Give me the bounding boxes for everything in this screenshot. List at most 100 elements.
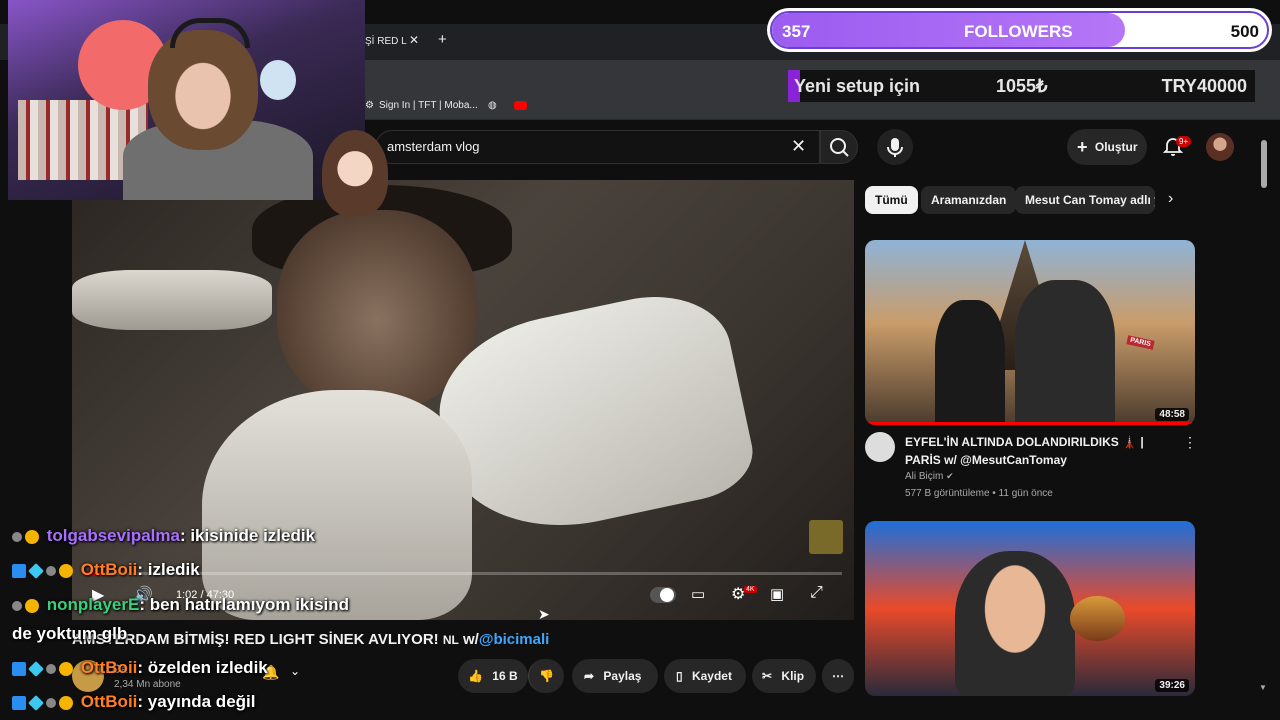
chat-username: nonplayerE bbox=[46, 595, 140, 614]
channel-watermark[interactable] bbox=[809, 520, 843, 554]
chat-text: : izledik bbox=[137, 560, 200, 579]
subtitles-icon[interactable]: ▭ bbox=[691, 585, 705, 603]
cube-badge-icon bbox=[28, 694, 44, 711]
chip-mesut-can[interactable]: Mesut Can Tomay adlı y bbox=[1015, 186, 1155, 214]
chat-text: : ikisinide izledik bbox=[179, 526, 316, 545]
chat-username: OttBoii bbox=[80, 560, 138, 579]
clip-label: Klip bbox=[781, 669, 805, 683]
streamer-head bbox=[148, 30, 258, 150]
scissors-icon: ✂ bbox=[762, 669, 773, 683]
search-button[interactable] bbox=[820, 130, 858, 164]
video-title-suffix: w/ bbox=[458, 631, 479, 648]
globe-icon[interactable]: ◍ bbox=[488, 100, 497, 111]
chat-message-continuation: de yoktum glb bbox=[12, 624, 128, 643]
verified-icon: ✔ bbox=[946, 471, 954, 481]
autoplay-toggle[interactable] bbox=[650, 587, 676, 603]
tab-title: Şİ RED L bbox=[365, 36, 407, 47]
doll-sticker bbox=[322, 130, 388, 216]
mod-badge-icon bbox=[12, 531, 22, 542]
video-duration: 39:26 bbox=[1155, 679, 1189, 692]
chat-message: OttBoii: izledik bbox=[12, 560, 200, 580]
browser-tab[interactable]: Şİ RED L bbox=[365, 28, 429, 56]
chat-message: nonplayerE: ben hatırlamıyom ikisind bbox=[12, 595, 349, 615]
account-avatar[interactable] bbox=[1206, 133, 1234, 161]
recommended-title[interactable]: EYFEL'İN ALTINDA DOLANDIRILDIKS 🗼 | PARİ… bbox=[905, 433, 1160, 469]
scroll-down-icon[interactable]: ▼ bbox=[1259, 683, 1267, 692]
chip-from-search[interactable]: Aramanızdan bbox=[921, 186, 1017, 214]
video-player[interactable] bbox=[72, 180, 854, 620]
close-tab-icon[interactable]: ✕ bbox=[409, 33, 419, 47]
fullscreen-icon[interactable]: ⤢ bbox=[810, 584, 823, 602]
donation-goal: TRY40000 bbox=[1161, 76, 1247, 96]
share-button[interactable]: ➦ Paylaş bbox=[572, 659, 658, 693]
person-right bbox=[1015, 280, 1115, 425]
chevron-down-icon[interactable]: ⌄ bbox=[290, 664, 300, 678]
watched-bar bbox=[865, 422, 1195, 425]
clip-button[interactable]: ✂ Klip bbox=[752, 659, 816, 693]
cube-badge-icon bbox=[28, 562, 44, 579]
thumbs-down-icon: 👎 bbox=[539, 669, 554, 683]
mod-badge-icon bbox=[46, 663, 56, 674]
like-button[interactable]: 👍 16 B bbox=[458, 659, 528, 693]
person-shape bbox=[955, 551, 1075, 696]
recommended-meta: 577 B görüntüleme • 11 gün önce bbox=[905, 488, 1053, 499]
title-mention-link[interactable]: @bicimali bbox=[479, 631, 549, 648]
scrollbar-thumb[interactable] bbox=[1261, 140, 1267, 188]
mic-icon bbox=[887, 138, 903, 157]
followers-goal: 500 bbox=[1230, 22, 1259, 41]
flag-nl: NL bbox=[442, 633, 459, 647]
save-label: Kaydet bbox=[691, 669, 732, 683]
sub-badge-icon bbox=[25, 529, 39, 544]
new-tab-icon[interactable]: + bbox=[438, 31, 447, 48]
chat-message: OttBoii: yayında değil bbox=[12, 692, 255, 712]
video-duration: 48:58 bbox=[1155, 408, 1189, 421]
chat-text: : özelden izledik bbox=[137, 658, 268, 677]
more-actions-button[interactable]: ⋯ bbox=[822, 659, 854, 693]
chat-message: tolgabsevipalma: ikisinide izledik bbox=[12, 526, 315, 546]
theater-mode-icon[interactable]: ▣ bbox=[770, 585, 784, 603]
recommended-channel[interactable]: Ali Biçim ✔ bbox=[905, 471, 954, 482]
save-button[interactable]: ▯ Kaydet bbox=[664, 659, 746, 693]
chip-all[interactable]: Tümü bbox=[865, 186, 918, 214]
chat-text: : ben hatırlamıyom ikisind bbox=[139, 595, 350, 614]
bookmark-tft[interactable]: Sign In | TFT | Moba... bbox=[379, 100, 478, 111]
channel-avatar[interactable] bbox=[865, 432, 895, 462]
followers-bar-track: 357 FOLLOWERS 500 bbox=[770, 11, 1269, 49]
voice-search-button[interactable] bbox=[877, 129, 913, 165]
mod-badge-icon bbox=[12, 600, 22, 611]
sub-badge-icon bbox=[25, 598, 39, 613]
chat-username: OttBoii bbox=[80, 692, 138, 711]
chat-username: OttBoii bbox=[80, 658, 138, 677]
scrollbar[interactable] bbox=[1258, 128, 1270, 698]
chat-username: tolgabsevipalma bbox=[46, 526, 180, 545]
bookmark-icon: ⚙ bbox=[365, 100, 374, 111]
search-input[interactable]: amsterdam vlog bbox=[387, 139, 479, 154]
video-frame-sheet bbox=[72, 270, 272, 330]
plus-icon: + bbox=[1077, 137, 1088, 157]
followers-current: 357 bbox=[782, 22, 811, 41]
share-label: Paylaş bbox=[603, 669, 642, 683]
dislike-button[interactable]: 👎 bbox=[528, 659, 564, 693]
prime-badge-icon bbox=[12, 563, 26, 578]
like-count: 16 B bbox=[492, 669, 518, 683]
mouse-cursor-icon: ➤ bbox=[538, 606, 550, 622]
autoplay-knob bbox=[660, 588, 674, 602]
chat-message: OttBoii: özelden izledik bbox=[12, 658, 268, 678]
donation-goal-bar: Yeni setup için 1055₺ TRY40000 bbox=[788, 70, 1255, 102]
sub-badge-icon bbox=[59, 695, 73, 710]
notification-badge: 9+ bbox=[1176, 136, 1192, 147]
video-title: AMSTERDAM BİTMİŞ! RED LIGHT SİNEK AVLIYO… bbox=[72, 631, 549, 648]
cube-badge-icon bbox=[28, 660, 44, 677]
quality-badge: 4K bbox=[744, 586, 757, 593]
donation-label: Yeni setup için bbox=[794, 76, 921, 96]
more-vertical-icon[interactable]: ⋮ bbox=[1183, 434, 1197, 451]
sub-badge-icon bbox=[59, 563, 73, 578]
chevron-right-icon[interactable]: › bbox=[1168, 190, 1173, 208]
recommended-thumbnail[interactable]: PARIS 48:58 bbox=[865, 240, 1195, 425]
plush-toy bbox=[260, 60, 296, 100]
youtube-bookmark-icon[interactable] bbox=[514, 101, 527, 110]
clear-search-icon[interactable]: ✕ bbox=[791, 136, 806, 157]
search-icon bbox=[830, 138, 849, 157]
create-button[interactable]: + Oluştur bbox=[1067, 129, 1147, 165]
recommended-thumbnail[interactable]: 39:26 bbox=[865, 521, 1195, 696]
